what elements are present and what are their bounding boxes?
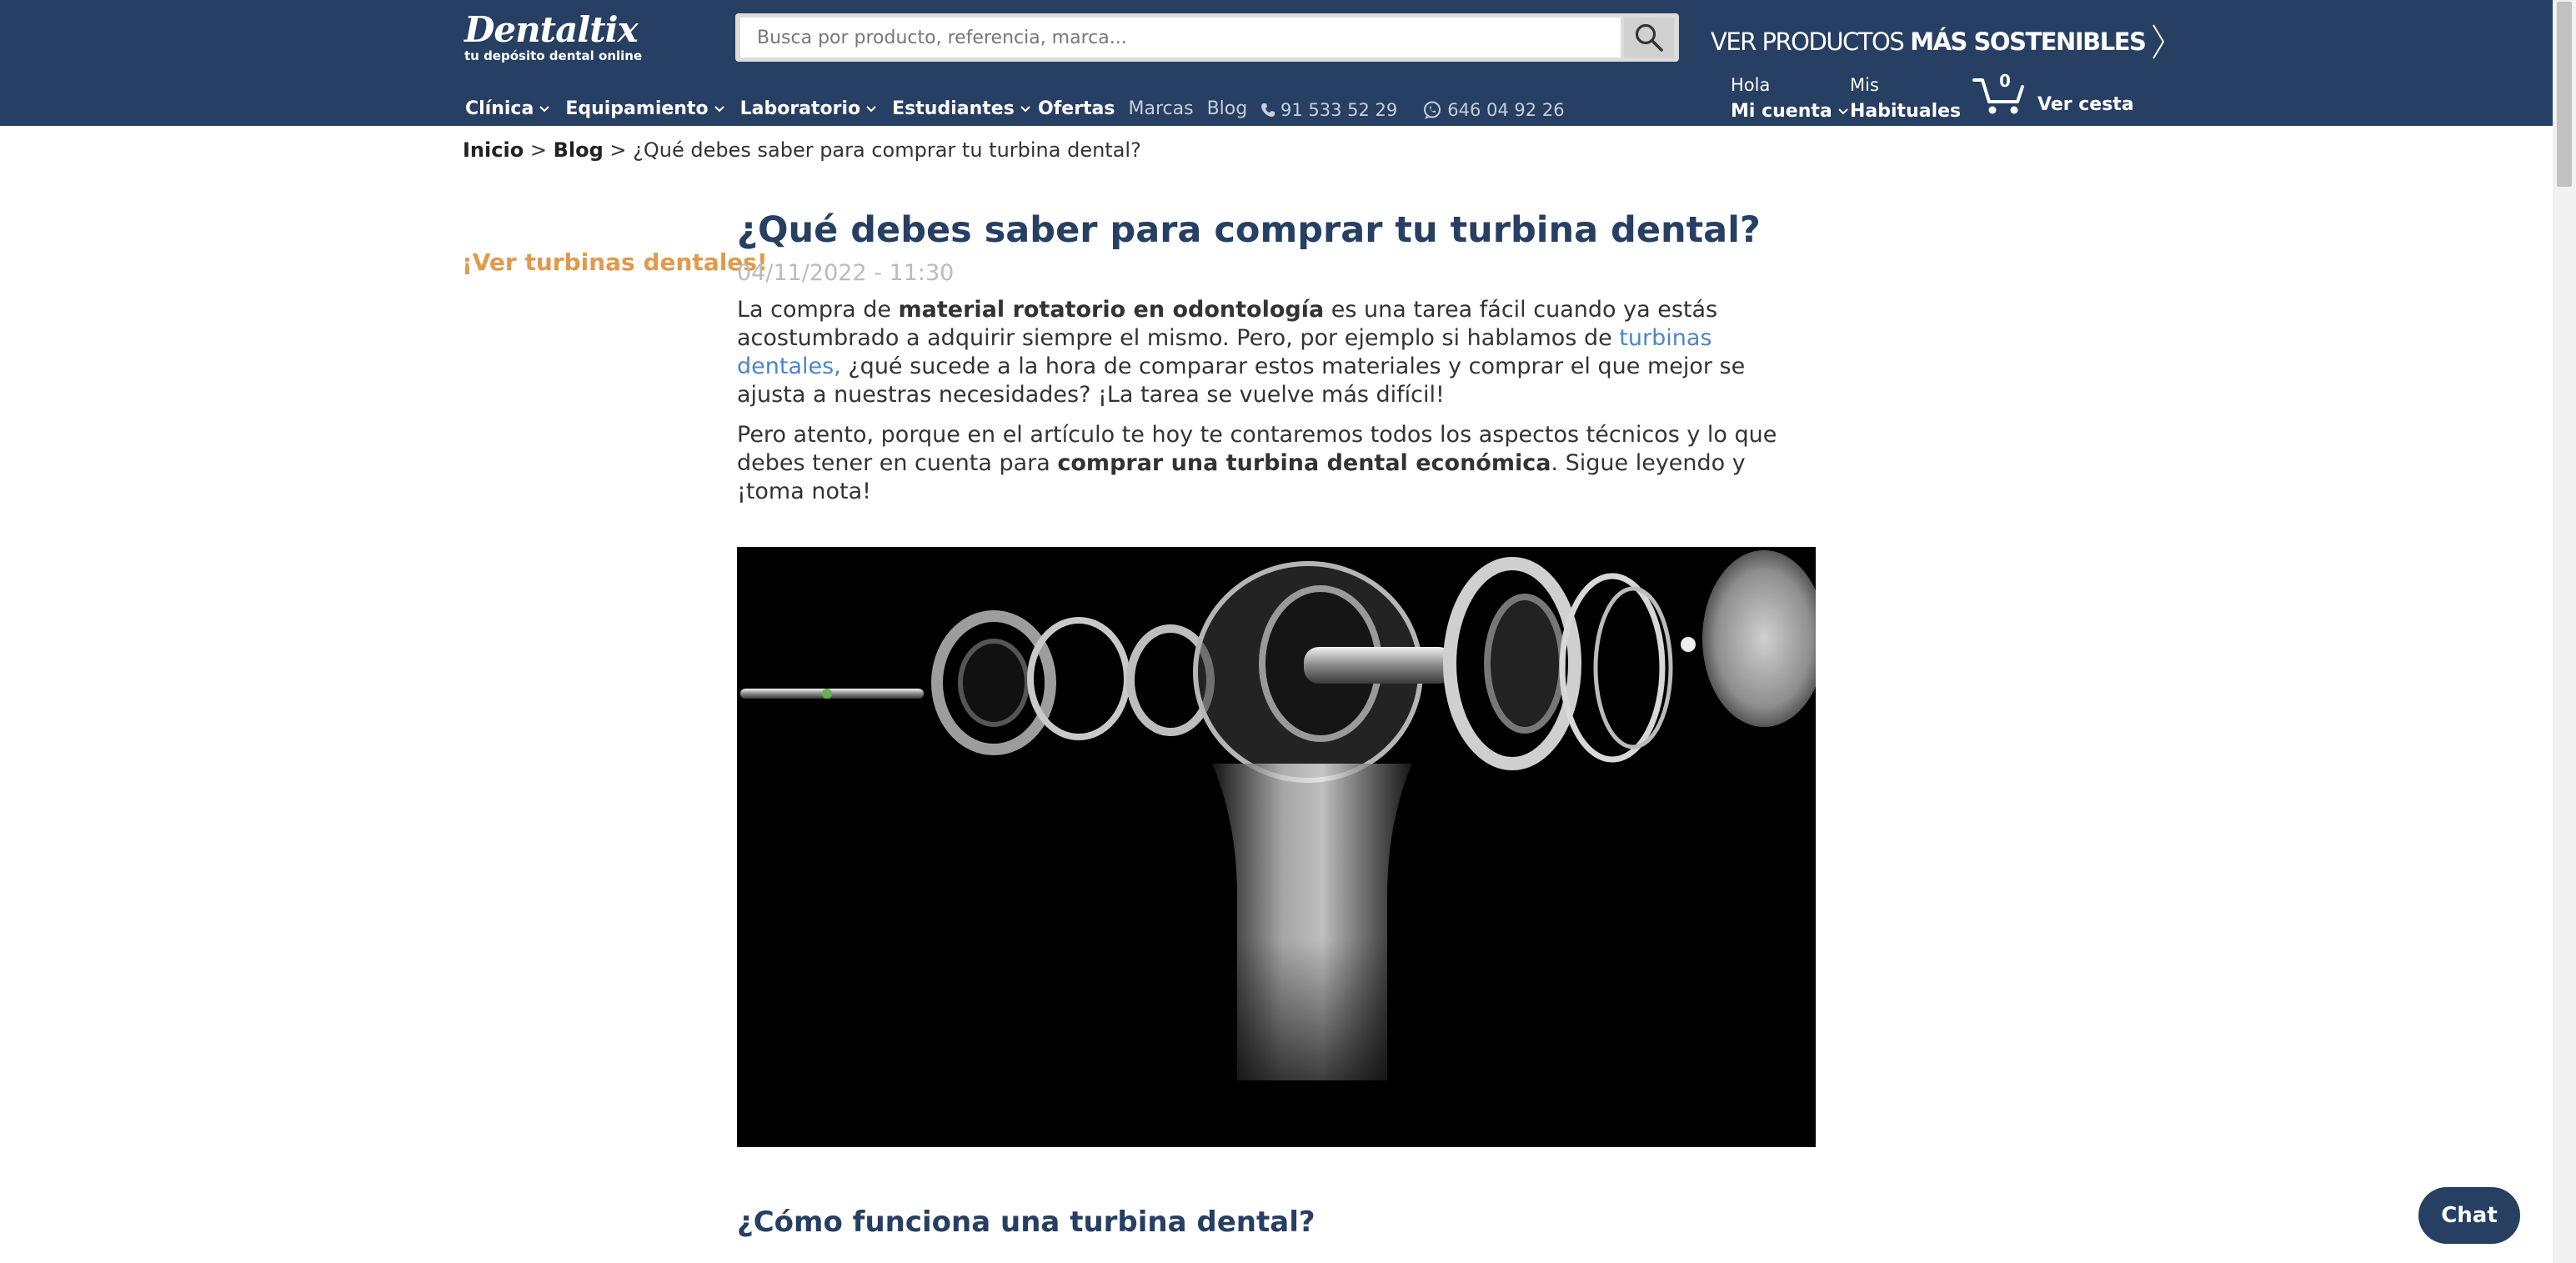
chevron-down-icon xyxy=(866,105,876,112)
nav-marcas[interactable]: Marcas xyxy=(1129,98,1194,119)
habituales-label: Habituales xyxy=(1850,101,1962,122)
whatsapp-icon xyxy=(1424,101,1441,119)
text-span: ¿qué sucede a la hora de comparar estos … xyxy=(737,353,1746,408)
phone-link[interactable]: 91 533 52 29 xyxy=(1260,100,1397,120)
sustainable-products-link[interactable]: VER PRODUCTOS MÁS SOSTENIBLES xyxy=(1711,23,2165,60)
article-title: ¿Qué debes saber para comprar tu turbina… xyxy=(737,209,1761,251)
chat-button[interactable]: Chat xyxy=(2418,1187,2520,1244)
secondary-nav: Ofertas Marcas Blog xyxy=(1038,98,1247,119)
promo-prefix: VER PRODUCTOS xyxy=(1711,28,1905,56)
whatsapp-link[interactable]: 646 04 92 26 xyxy=(1422,100,1565,120)
turbine-exploded-image xyxy=(737,547,1816,1147)
nav-equipamiento[interactable]: Equipamiento xyxy=(565,98,724,119)
search-button[interactable] xyxy=(1624,18,1674,58)
nav-estudiantes[interactable]: Estudiantes xyxy=(892,98,1031,119)
nav-blog[interactable]: Blog xyxy=(1207,98,1248,119)
view-turbines-link[interactable]: ¡Ver turbinas dentales! xyxy=(462,248,768,276)
search-icon xyxy=(1635,23,1663,52)
nav-laboratorio-label: Laboratorio xyxy=(739,98,861,119)
phone-number: 91 533 52 29 xyxy=(1280,100,1398,120)
breadcrumb-home[interactable]: Inicio xyxy=(463,138,524,162)
chevron-down-icon xyxy=(539,105,550,112)
breadcrumb-current: ¿Qué debes saber para comprar tu turbina… xyxy=(633,138,1141,162)
section-heading: ¿Cómo funciona una turbina dental? xyxy=(737,1205,1316,1239)
cart-button[interactable]: 0 xyxy=(1972,71,2029,117)
cart-count: 0 xyxy=(1999,71,2011,91)
article-paragraph: Pero atento, porque en el artículo te ho… xyxy=(737,421,1817,506)
habituales-link[interactable]: Mis Habituales xyxy=(1850,72,1961,125)
nav-clinica-label: Clínica xyxy=(465,98,534,119)
chevron-right-icon xyxy=(2153,24,2165,59)
chevron-down-icon xyxy=(1838,108,1848,115)
account-greeting: Hola xyxy=(1731,75,1771,95)
account-label: Mi cuenta xyxy=(1731,101,1832,122)
bold-text: comprar una turbina dental económica xyxy=(1057,450,1551,476)
promo-strong: MÁS SOSTENIBLES xyxy=(1910,28,2147,56)
nav-laboratorio[interactable]: Laboratorio xyxy=(740,98,878,119)
nav-clinica[interactable]: Clínica xyxy=(465,98,550,119)
site-header: Dentaltix tu depósito dental online VER … xyxy=(0,0,2553,126)
main-nav: Clínica Equipamiento Laboratorio Estudia… xyxy=(465,98,1031,119)
breadcrumb-separator: > xyxy=(603,138,634,162)
habituales-top: Mis xyxy=(1850,75,1879,95)
text-span: La compra de xyxy=(737,297,899,323)
chevron-down-icon xyxy=(714,105,724,112)
chevron-down-icon xyxy=(1020,105,1030,112)
whatsapp-number: 646 04 92 26 xyxy=(1447,100,1565,120)
logo-name[interactable]: Dentaltix xyxy=(464,10,642,50)
breadcrumb: Inicio > Blog > ¿Qué debes saber para co… xyxy=(463,138,1141,162)
turbine-illustration xyxy=(740,550,1816,1147)
nav-equipamiento-label: Equipamiento xyxy=(565,98,709,119)
breadcrumb-separator: > xyxy=(524,138,554,162)
nav-estudiantes-label: Estudiantes xyxy=(892,98,1015,119)
breadcrumb-blog[interactable]: Blog xyxy=(554,138,604,162)
search-input[interactable] xyxy=(740,18,1621,58)
contact-phones: 91 533 52 29 646 04 92 26 xyxy=(1260,100,1565,120)
search-bar xyxy=(735,13,1679,62)
article-date: 04/11/2022 - 11:30 xyxy=(737,260,955,286)
logo[interactable]: Dentaltix tu depósito dental online xyxy=(464,10,643,64)
logo-tagline: tu depósito dental online xyxy=(464,48,643,63)
nav-ofertas[interactable]: Ofertas xyxy=(1038,98,1115,119)
account-menu[interactable]: Hola Mi cuenta xyxy=(1731,72,1849,125)
ver-cesta-link[interactable]: Ver cesta xyxy=(2037,94,2134,115)
phone-icon xyxy=(1261,103,1275,117)
article: ¿Qué debes saber para comprar tu turbina… xyxy=(737,208,1817,506)
bold-text: material rotatorio en odontología xyxy=(898,297,1325,323)
scrollbar-thumb[interactable] xyxy=(2557,2,2572,187)
page-scrollbar[interactable] xyxy=(2553,0,2576,1263)
article-paragraph: La compra de material rotatorio en odont… xyxy=(737,296,1817,409)
